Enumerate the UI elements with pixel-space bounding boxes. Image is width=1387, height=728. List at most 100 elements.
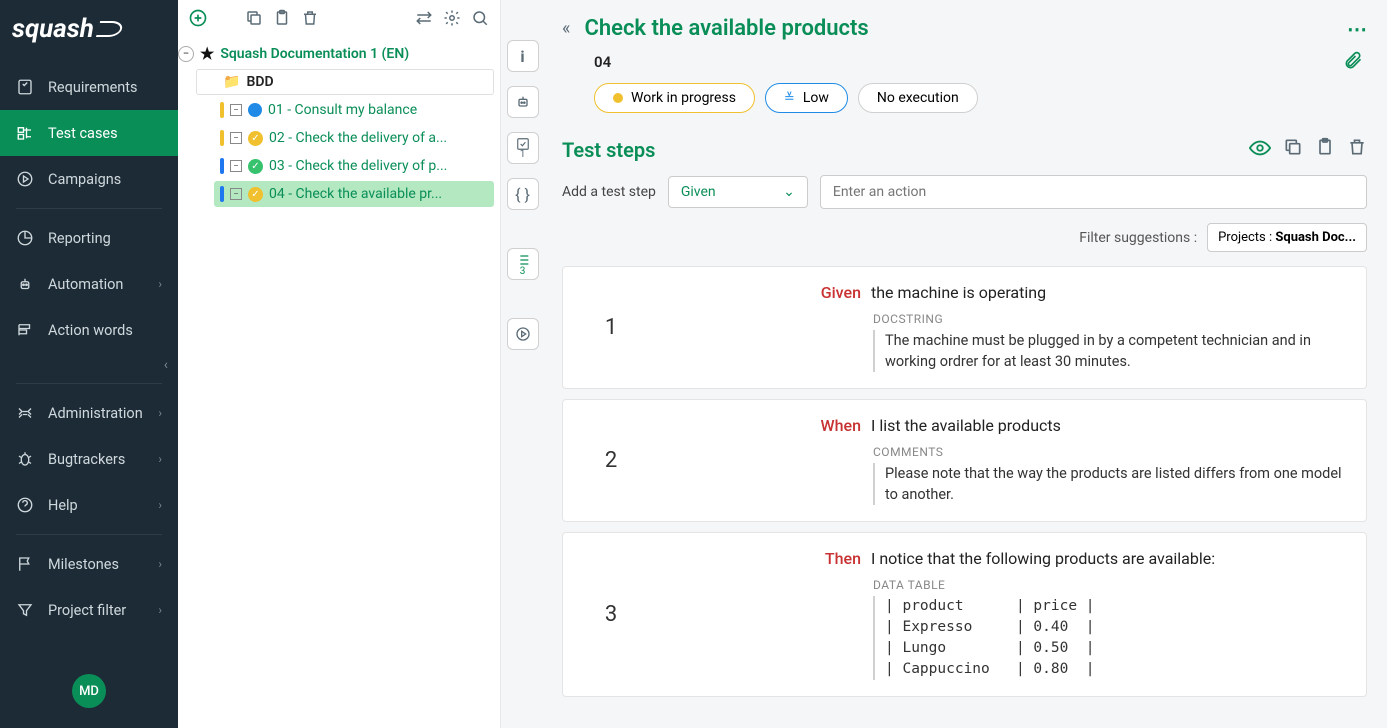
step-card[interactable]: 2 WhenI list the available products COMM…	[562, 399, 1367, 522]
main-panel: « Check the available products ⋯ 04 Work…	[544, 0, 1387, 728]
nav-label: Campaigns	[48, 171, 121, 188]
chevron-right-icon: ›	[158, 557, 162, 571]
nav-label: Test cases	[48, 125, 118, 142]
filter-label: Filter suggestions :	[1079, 230, 1197, 246]
step-text: the machine is operating	[871, 283, 1046, 302]
add-step-label: Add a test step	[562, 184, 656, 200]
keyword-select[interactable]: Given⌄	[668, 176, 808, 208]
nav-actionwords[interactable]: Action words	[0, 307, 178, 353]
meta-content: Please note that the way the products ar…	[873, 463, 1348, 505]
step-card[interactable]: 3 ThenI notice that the following produc…	[562, 532, 1367, 697]
status-badge[interactable]: Work in progress	[594, 83, 755, 113]
help-icon	[16, 496, 34, 514]
copy-icon[interactable]	[244, 8, 264, 28]
tree-item[interactable]: − ✓ 03 - Check the delivery of p...	[214, 153, 494, 179]
action-input[interactable]	[820, 175, 1367, 209]
paste-icon[interactable]	[272, 8, 292, 28]
actionwords-icon	[16, 321, 34, 339]
chevron-down-icon: ≚	[784, 91, 795, 106]
filter-icon	[16, 601, 34, 619]
nav-bugtrackers[interactable]: Bugtrackers ›	[0, 436, 178, 482]
meta-content: | product | price | | Expresso | 0.40 | …	[873, 596, 1348, 680]
step-number: 3	[581, 602, 641, 627]
transfer-icon[interactable]	[414, 8, 434, 28]
main-header: « Check the available products ⋯	[562, 16, 1367, 41]
paste-icon[interactable]	[1315, 137, 1335, 163]
step-card[interactable]: 1 Giventhe machine is operating DOCSTRIN…	[562, 266, 1367, 389]
nav-milestones[interactable]: Milestones ›	[0, 541, 178, 587]
bugtrackers-icon	[16, 450, 34, 468]
settings-icon[interactable]	[442, 8, 462, 28]
add-step-row: Add a test step Given⌄	[562, 175, 1367, 209]
nav-campaigns[interactable]: Campaigns	[0, 156, 178, 202]
requirements-icon	[16, 78, 34, 96]
user-avatar[interactable]: MD	[0, 654, 178, 728]
step-text: I list the available products	[871, 416, 1061, 435]
tree-project[interactable]: − ★ Squash Documentation 1 (EN)	[178, 40, 500, 67]
nav-label: Action words	[48, 322, 133, 339]
reporting-icon	[16, 229, 34, 247]
chevron-right-icon: ›	[158, 406, 162, 420]
execution-badge[interactable]: No execution	[858, 83, 978, 113]
nav-automation[interactable]: Automation ›	[0, 261, 178, 307]
leaf-icon: −	[230, 188, 242, 200]
leaf-icon: −	[230, 104, 242, 116]
nav-testcases[interactable]: Test cases	[0, 110, 178, 156]
page-title: Check the available products	[584, 16, 868, 41]
tree-item[interactable]: − ✓ 02 - Check the delivery of a...	[214, 125, 494, 151]
step-text: I notice that the following products are…	[871, 549, 1215, 568]
play-button[interactable]	[507, 318, 539, 350]
nav-administration[interactable]: Administration ›	[0, 390, 178, 436]
section-header: Test steps	[562, 137, 1367, 163]
milestones-icon	[16, 555, 34, 573]
more-icon[interactable]: ⋯	[1347, 17, 1367, 41]
status-dot	[248, 103, 262, 117]
nav-label: Project filter	[48, 602, 126, 619]
meta-label: COMMENTS	[873, 445, 1348, 459]
nav-help[interactable]: Help ›	[0, 482, 178, 528]
step-number: 2	[581, 448, 641, 473]
checklist-button[interactable]: 1	[507, 132, 539, 164]
item-label: 01 - Consult my balance	[268, 102, 417, 118]
nav-label: Help	[48, 497, 78, 514]
nav-requirements[interactable]: Requirements	[0, 64, 178, 110]
nav-projectfilter[interactable]: Project filter ›	[0, 587, 178, 633]
avatar: MD	[72, 674, 106, 708]
tree-item[interactable]: − 01 - Consult my balance	[214, 97, 494, 123]
search-icon[interactable]	[470, 8, 490, 28]
delete-icon[interactable]	[300, 8, 320, 28]
copy-icon[interactable]	[1283, 137, 1303, 163]
step-keyword: Given	[661, 283, 861, 302]
nav-label: Milestones	[48, 556, 119, 573]
filter-chip[interactable]: Projects : Squash Doc...	[1207, 223, 1367, 252]
info-button[interactable]: i	[507, 40, 539, 72]
tree: − ★ Squash Documentation 1 (EN) − 📁 BDD …	[178, 36, 500, 213]
leaf-icon: −	[230, 160, 242, 172]
preview-icon[interactable]	[1249, 137, 1271, 163]
priority-badge[interactable]: ≚Low	[765, 83, 848, 113]
robot-button[interactable]	[507, 86, 539, 118]
tree-item-selected[interactable]: − ✓ 04 - Check the available pr...	[214, 181, 494, 207]
sidebar-collapse[interactable]: ‹	[0, 353, 178, 377]
item-label: 03 - Check the delivery of p...	[269, 158, 447, 174]
delete-icon[interactable]	[1347, 137, 1367, 163]
meta-label: DOCSTRING	[873, 312, 1348, 326]
nav-reporting[interactable]: Reporting	[0, 215, 178, 261]
chevron-right-icon: ›	[158, 498, 162, 512]
nav-label: Bugtrackers	[48, 451, 125, 468]
folder-label: BDD	[246, 74, 273, 90]
list-button[interactable]: 3	[507, 248, 539, 280]
automation-icon	[16, 275, 34, 293]
braces-button[interactable]: { }	[507, 178, 539, 210]
chevron-right-icon: ›	[158, 277, 162, 291]
add-icon[interactable]	[188, 8, 208, 28]
item-label: 02 - Check the delivery of a...	[269, 130, 447, 146]
icon-rail: i 1 { } 3	[500, 0, 544, 728]
logo: squash	[0, 0, 178, 64]
status-check-icon: ✓	[248, 187, 263, 202]
attachment-icon[interactable]	[1343, 50, 1363, 78]
collapse-toggle[interactable]: −	[178, 46, 194, 62]
section-title: Test steps	[562, 138, 655, 162]
tree-folder[interactable]: − 📁 BDD	[196, 69, 494, 95]
collapse-left-icon[interactable]: «	[562, 18, 570, 39]
